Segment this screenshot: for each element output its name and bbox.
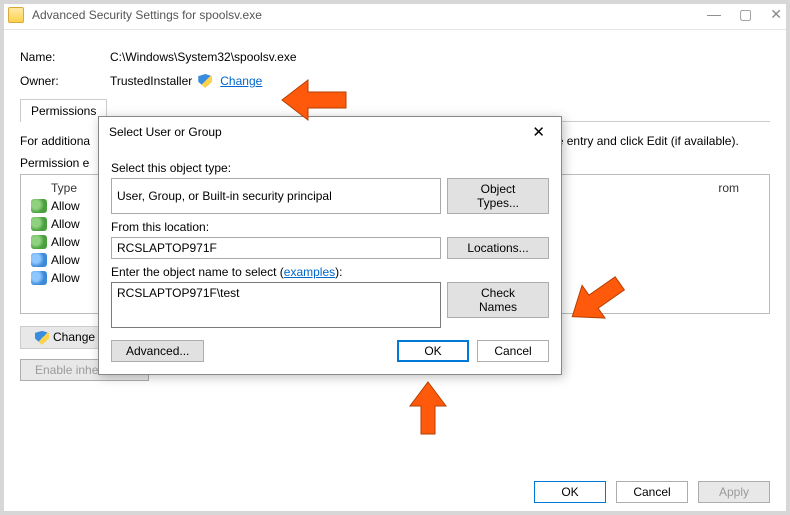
- window-controls: — ▢ ✕: [707, 6, 782, 23]
- maximize-icon[interactable]: ▢: [739, 6, 752, 23]
- shield-icon: [35, 331, 49, 345]
- select-user-dialog: Select User or Group ✕ Select this objec…: [98, 116, 562, 375]
- bottom-button-bar: OK Cancel Apply: [534, 481, 770, 503]
- object-type-label: Select this object type:: [111, 161, 549, 175]
- tab-permissions[interactable]: Permissions: [20, 99, 107, 122]
- cancel-button[interactable]: Cancel: [616, 481, 688, 503]
- col-type: Type: [51, 181, 101, 195]
- examples-link[interactable]: examples: [284, 265, 335, 279]
- location-label: From this location:: [111, 220, 549, 234]
- principal-icon: [31, 253, 47, 267]
- principal-icon: [31, 271, 47, 285]
- object-type-field: [111, 178, 441, 214]
- object-types-button[interactable]: Object Types...: [447, 178, 549, 214]
- type-cell: Allow: [51, 199, 101, 213]
- type-cell: Allow: [51, 217, 101, 231]
- owner-value: TrustedInstaller: [110, 74, 192, 88]
- ok-button[interactable]: OK: [534, 481, 606, 503]
- owner-label: Owner:: [20, 74, 110, 88]
- dialog-title-text: Select User or Group: [109, 125, 222, 139]
- principal-icon: [31, 199, 47, 213]
- type-cell: Allow: [51, 235, 101, 249]
- location-field: [111, 237, 441, 259]
- type-cell: Allow: [51, 253, 101, 267]
- dialog-titlebar: Select User or Group ✕: [99, 117, 561, 147]
- enter-name-label: Enter the object name to select (example…: [111, 265, 549, 279]
- col-from: rom: [718, 181, 759, 195]
- titlebar: Advanced Security Settings for spoolsv.e…: [0, 0, 790, 30]
- name-value: C:\Windows\System32\spoolsv.exe: [110, 50, 770, 64]
- advanced-button[interactable]: Advanced...: [111, 340, 204, 362]
- name-label: Name:: [20, 50, 110, 64]
- principal-icon: [31, 235, 47, 249]
- type-cell: Allow: [51, 271, 101, 285]
- locations-button[interactable]: Locations...: [447, 237, 549, 259]
- window-title: Advanced Security Settings for spoolsv.e…: [32, 8, 707, 22]
- dialog-cancel-button[interactable]: Cancel: [477, 340, 549, 362]
- apply-button: Apply: [698, 481, 770, 503]
- check-names-button[interactable]: Check Names: [447, 282, 549, 318]
- minimize-icon[interactable]: —: [707, 6, 721, 23]
- folder-icon: [8, 7, 24, 23]
- dialog-ok-button[interactable]: OK: [397, 340, 469, 362]
- shield-icon: [198, 74, 212, 88]
- change-owner-link[interactable]: Change: [220, 74, 262, 88]
- object-name-input[interactable]: [111, 282, 441, 328]
- principal-icon: [31, 217, 47, 231]
- close-icon[interactable]: ✕: [770, 6, 782, 23]
- dialog-close-icon[interactable]: ✕: [526, 123, 551, 141]
